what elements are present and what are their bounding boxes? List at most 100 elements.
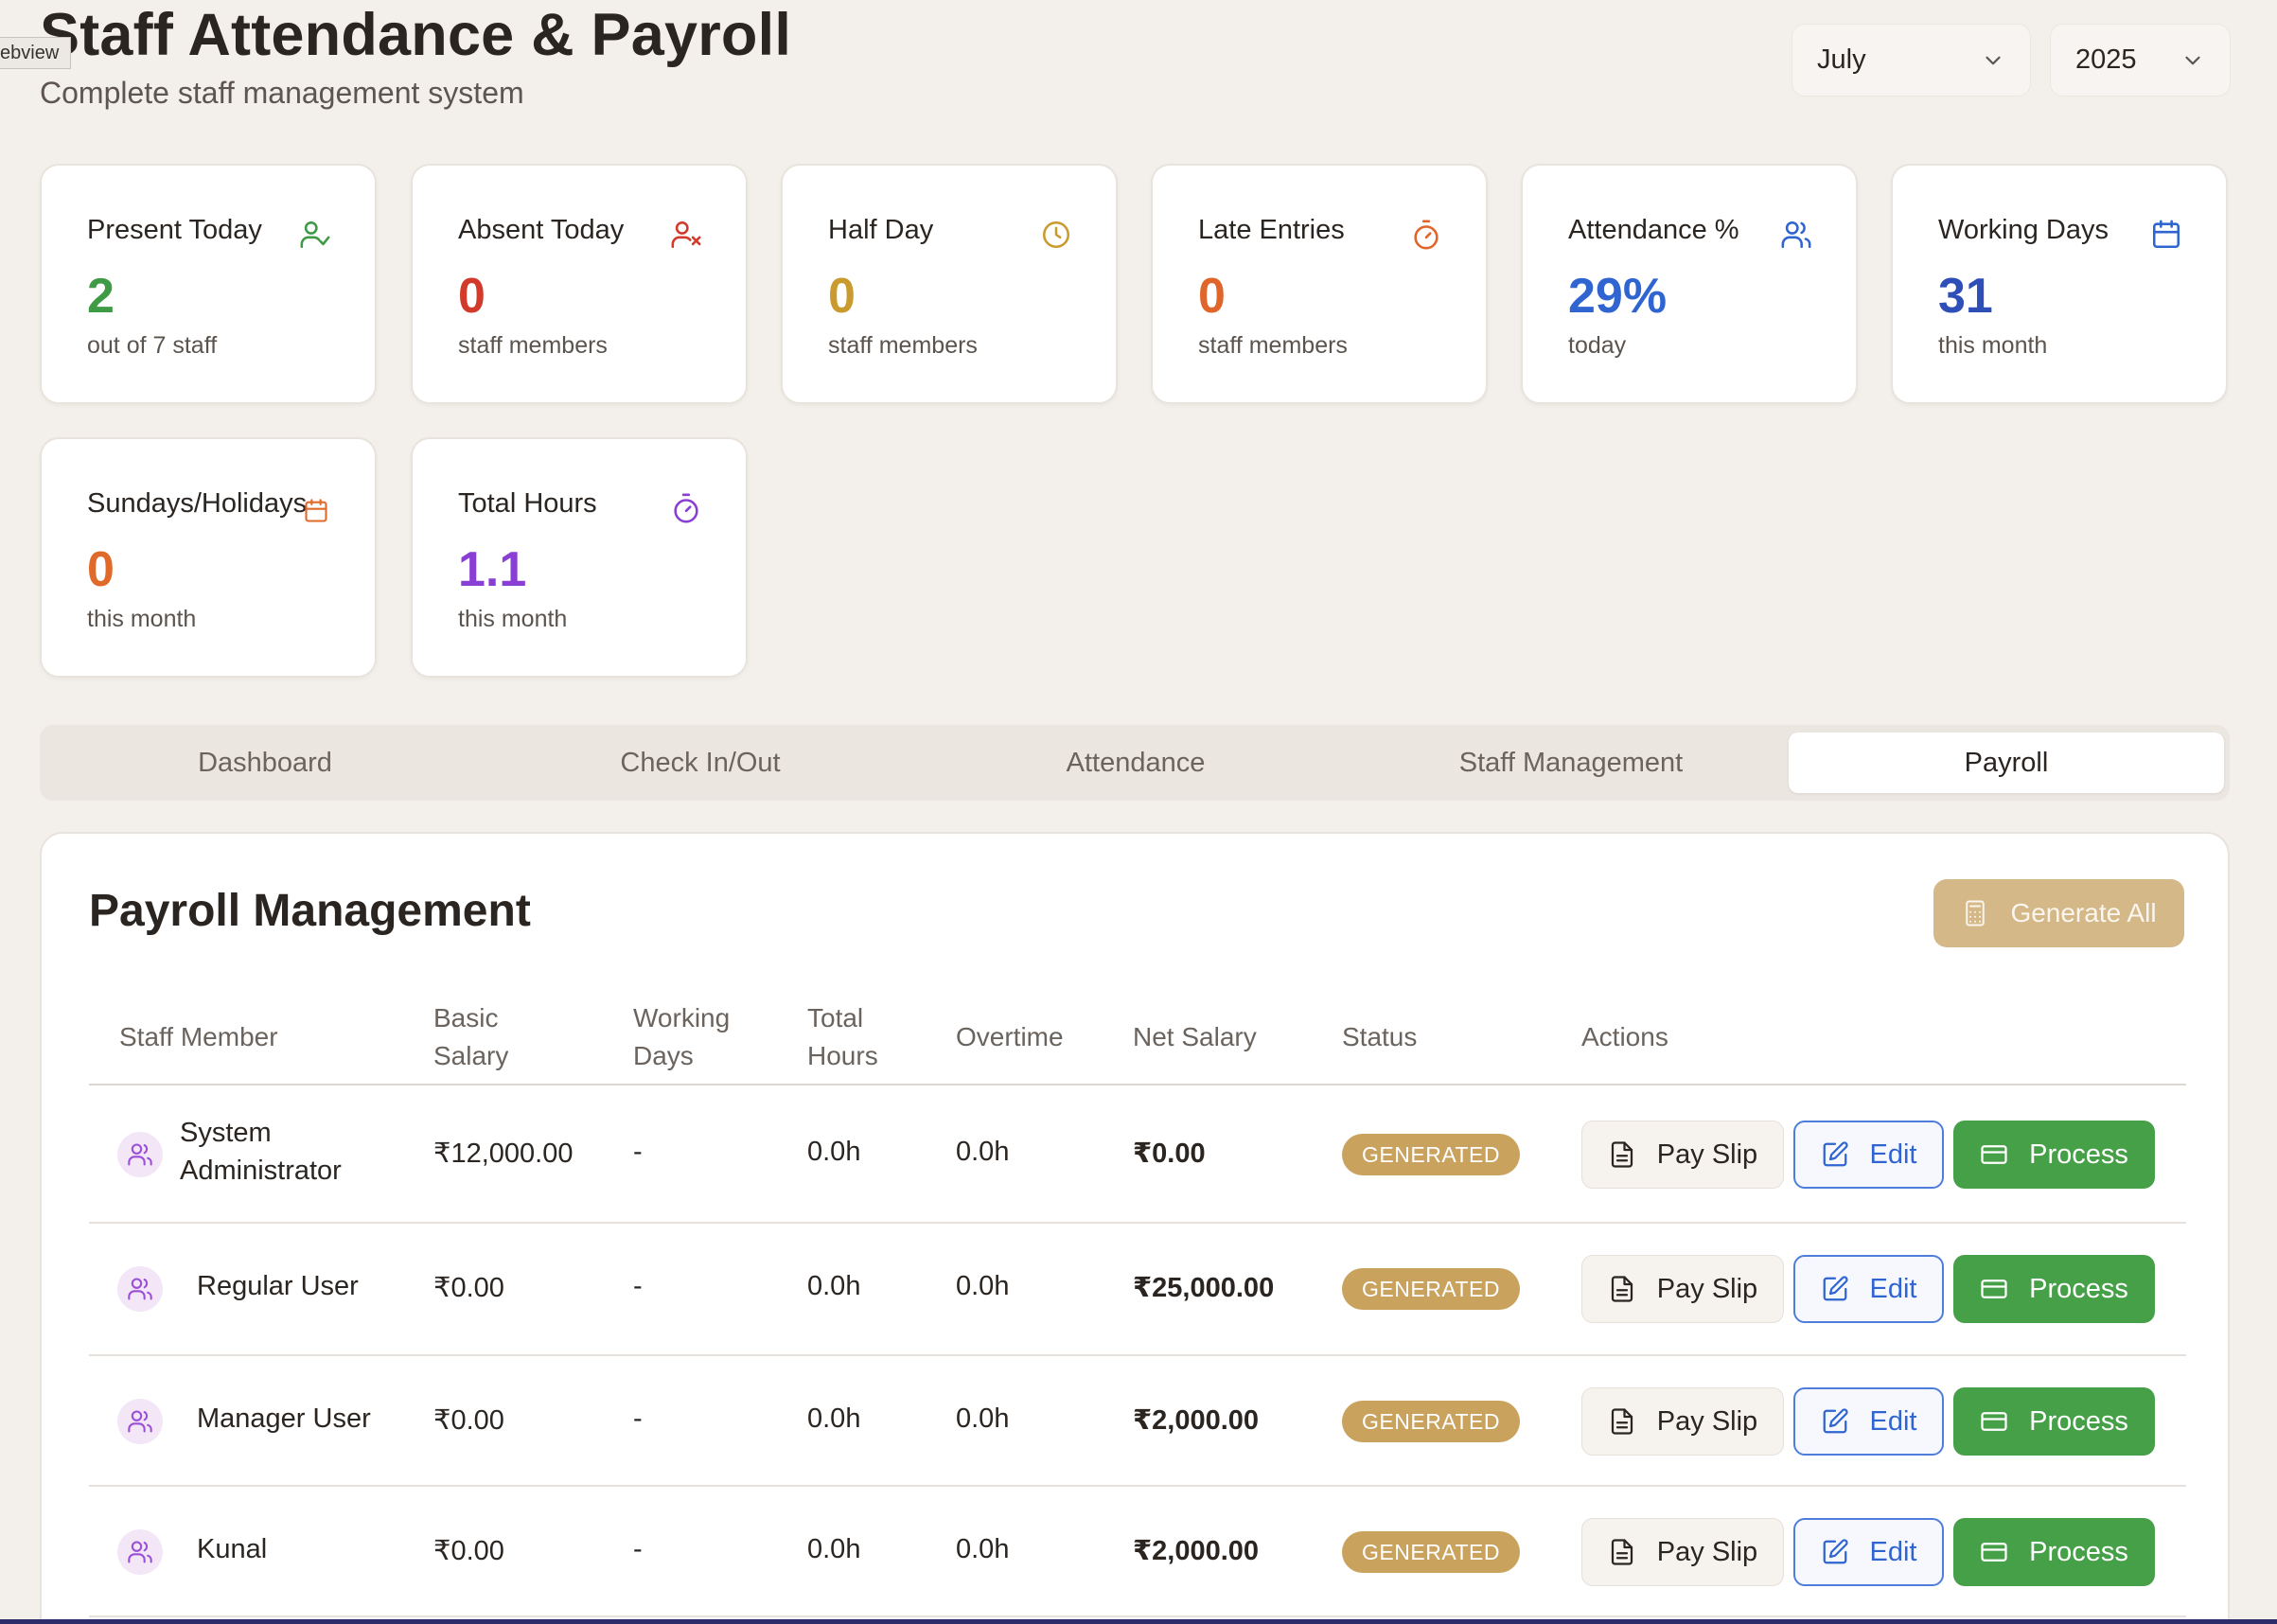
pay-slip-button[interactable]: Pay Slip (1581, 1518, 1784, 1586)
edit-label: Edit (1869, 1139, 1917, 1170)
generate-all-button[interactable]: Generate All (1933, 879, 2184, 947)
stat-card-absent: Absent Today 0 staff members (411, 164, 748, 404)
col-actions: Actions (1581, 1022, 1668, 1051)
process-label: Process (2029, 1273, 2128, 1304)
credit-card-icon (1981, 1543, 2007, 1562)
status-badge: GENERATED (1342, 1134, 1520, 1175)
col-working-days-line1: Working (633, 1003, 731, 1033)
stat-value: 0 (87, 542, 115, 597)
stat-label: Total Hours (458, 488, 597, 519)
basic-salary: ₹0.00 (433, 1536, 504, 1566)
process-button[interactable]: Process (1953, 1387, 2155, 1456)
stat-card-present: Present Today 2 out of 7 staff (40, 164, 377, 404)
pay-slip-label: Pay Slip (1656, 1139, 1758, 1170)
pay-slip-button[interactable]: Pay Slip (1581, 1255, 1784, 1323)
edit-button[interactable]: Edit (1793, 1121, 1944, 1189)
generate-all-label: Generate All (2010, 898, 2157, 927)
table-row: System Administrator ₹12,000.00 - 0.0h 0… (89, 1086, 2186, 1224)
col-status: Status (1342, 1022, 1418, 1051)
col-working-days-line2: Days (633, 1041, 694, 1070)
avatar (117, 1132, 163, 1177)
page-title: Staff Attendance & Payroll (40, 2, 792, 68)
staff-name-line2: Administrator (180, 1156, 342, 1186)
avatar (117, 1266, 163, 1312)
process-button[interactable]: Process (1953, 1121, 2155, 1189)
payroll-panel: Payroll Management Generate All Staff Me… (40, 832, 2230, 1624)
stat-card-working-days: Working Days 31 this month (1891, 164, 2228, 404)
overtime: 0.0h (956, 1271, 1010, 1301)
pay-slip-button[interactable]: Pay Slip (1581, 1121, 1784, 1189)
calendar-icon (2150, 219, 2182, 251)
year-select[interactable]: 2025 (2050, 24, 2231, 97)
overtime: 0.0h (956, 1403, 1010, 1434)
stat-value: 31 (1938, 269, 1993, 324)
stat-value: 29% (1568, 269, 1668, 324)
users-icon (128, 1541, 152, 1563)
webview-label: ebview (0, 37, 72, 69)
staff-name: Manager User (197, 1403, 371, 1434)
col-basic-salary-line1: Basic (433, 1003, 499, 1033)
tab-payroll[interactable]: Payroll (1789, 733, 2224, 793)
basic-salary: ₹12,000.00 (433, 1139, 574, 1169)
avatar (117, 1399, 163, 1444)
file-text-icon (1611, 1408, 1633, 1435)
pay-slip-label: Pay Slip (1656, 1273, 1758, 1304)
stat-label: Working Days (1938, 215, 2109, 245)
overtime: 0.0h (956, 1534, 1010, 1564)
stat-card-total-hours: Total Hours 1.1 this month (411, 437, 748, 678)
edit-button[interactable]: Edit (1793, 1387, 1944, 1456)
col-total-hours-line1: Total (807, 1003, 864, 1033)
stat-card-late: Late Entries 0 staff members (1151, 164, 1488, 404)
file-text-icon (1611, 1276, 1633, 1302)
calendar-icon (303, 498, 329, 524)
edit-button[interactable]: Edit (1793, 1518, 1944, 1586)
col-overtime: Overtime (956, 1022, 1064, 1051)
pay-slip-label: Pay Slip (1656, 1405, 1758, 1437)
col-basic-salary-line2: Salary (433, 1041, 509, 1070)
edit-icon (1823, 1276, 1848, 1301)
window-bottom-edge (0, 1619, 2277, 1624)
app-root: ebview Staff Attendance & Payroll Comple… (0, 0, 2277, 1624)
total-hours: 0.0h (807, 1271, 861, 1301)
col-net-salary: Net Salary (1133, 1022, 1257, 1051)
stat-sub: staff members (1198, 332, 1348, 359)
edit-label: Edit (1869, 1405, 1917, 1437)
stat-value: 0 (1198, 269, 1226, 324)
process-label: Process (2029, 1536, 2128, 1567)
tab-check-in-out[interactable]: Check In/Out (483, 733, 918, 793)
tab-attendance[interactable]: Attendance (918, 733, 1353, 793)
process-button[interactable]: Process (1953, 1518, 2155, 1586)
status-badge: GENERATED (1342, 1268, 1520, 1310)
pay-slip-button[interactable]: Pay Slip (1581, 1387, 1784, 1456)
tab-staff-management[interactable]: Staff Management (1353, 733, 1789, 793)
stat-sub: staff members (828, 332, 978, 359)
net-salary: ₹25,000.00 (1133, 1273, 1275, 1303)
stat-sub: this month (458, 606, 568, 632)
edit-label: Edit (1869, 1536, 1917, 1567)
basic-salary: ₹0.00 (433, 1405, 504, 1436)
staff-name: Kunal (197, 1534, 268, 1564)
user-x-icon (670, 219, 702, 251)
working-days: - (633, 1137, 643, 1167)
stat-sub: this month (87, 606, 197, 632)
basic-salary: ₹0.00 (433, 1273, 504, 1303)
overtime: 0.0h (956, 1137, 1010, 1167)
process-label: Process (2029, 1405, 2128, 1437)
calculator-icon (1966, 900, 1986, 927)
net-salary: ₹2,000.00 (1133, 1536, 1260, 1566)
stat-label: Late Entries (1198, 215, 1345, 245)
tab-dashboard[interactable]: Dashboard (47, 733, 483, 793)
process-button[interactable]: Process (1953, 1255, 2155, 1323)
stat-label: Absent Today (458, 215, 625, 245)
month-select[interactable]: July (1792, 24, 2031, 97)
total-hours: 0.0h (807, 1403, 861, 1434)
edit-button[interactable]: Edit (1793, 1255, 1944, 1323)
month-select-value: July (1817, 44, 1866, 75)
working-days: - (633, 1403, 643, 1434)
edit-icon (1823, 1141, 1848, 1167)
stat-label: Attendance % (1568, 215, 1739, 245)
edit-icon (1823, 1408, 1848, 1434)
page-subtitle: Complete staff management system (40, 76, 524, 110)
stat-label: Half Day (828, 215, 934, 245)
stat-card-attendance-percent: Attendance % 29% today (1521, 164, 1858, 404)
